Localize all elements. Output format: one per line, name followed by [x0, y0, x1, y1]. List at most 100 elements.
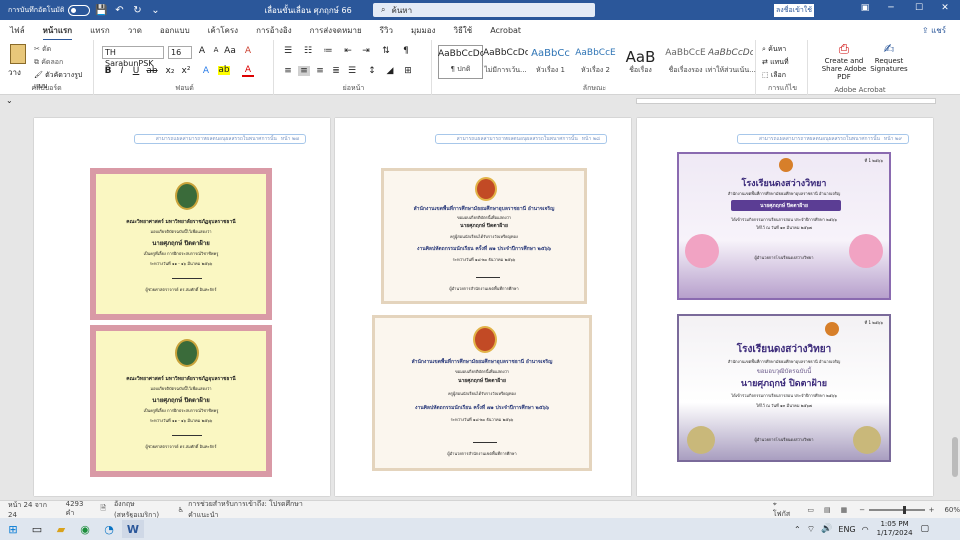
chrome-icon[interactable]: ◉ — [74, 520, 96, 538]
tray-chevron-icon[interactable]: ⌃ — [794, 525, 801, 534]
tab-draw[interactable]: วาด — [128, 20, 142, 41]
clear-format-icon[interactable]: A — [242, 46, 254, 56]
tab-review[interactable]: รีวิว — [380, 20, 393, 41]
proofing-icon[interactable]: 🗎 — [100, 504, 106, 515]
bullets-icon[interactable]: ☰ — [282, 46, 294, 56]
copy-button[interactable]: ⧉ คัดลอก — [34, 57, 63, 68]
word-count[interactable]: 4293 คำ — [66, 500, 89, 519]
style-title[interactable]: AaB ชื่อเรื่อง — [618, 45, 663, 79]
borders-icon[interactable]: ⊞ — [402, 66, 414, 76]
word-taskbar-icon[interactable]: W — [122, 520, 144, 538]
create-pdf-button[interactable]: ⎙ Create and Share Adobe PDF — [816, 42, 872, 81]
ribbon-display-icon[interactable]: ▣ — [858, 3, 872, 17]
style-heading-2[interactable]: AaBbCcE หัวเรื่อง 2 — [573, 45, 618, 79]
text-effects-icon[interactable]: A — [200, 66, 212, 76]
minimize-button[interactable]: ─ — [884, 3, 898, 17]
grow-font-icon[interactable]: A — [196, 46, 208, 56]
font-size-box[interactable]: 16 — [168, 46, 192, 59]
print-layout-icon[interactable]: ▤ — [824, 506, 831, 514]
tab-home[interactable]: หน้าแรก — [42, 20, 72, 41]
scroll-thumb[interactable] — [952, 437, 958, 477]
multilevel-icon[interactable]: ≔ — [322, 46, 334, 56]
page-3[interactable]: สามารถแผลสามารถาหผลตนอนุผลสรรถในพนาศการน… — [637, 118, 933, 496]
zoom-slider[interactable] — [869, 505, 925, 514]
paste-icon[interactable] — [10, 44, 26, 64]
save-icon[interactable]: 💾 — [94, 5, 108, 16]
strikethrough-button[interactable]: ab — [146, 66, 158, 76]
notifications-icon[interactable]: ▢ — [921, 524, 930, 534]
show-marks-icon[interactable]: ¶ — [400, 46, 412, 56]
sort-icon[interactable]: ⇅ — [380, 46, 392, 56]
horizontal-ruler[interactable] — [636, 98, 936, 104]
network-icon[interactable]: ⌔ — [807, 524, 815, 535]
replace-button[interactable]: ⇄ แทนที่ — [762, 57, 789, 68]
align-right-icon[interactable]: ≡ — [314, 66, 326, 76]
paste-label[interactable]: วาง — [8, 66, 21, 79]
zoom-out-icon[interactable]: − — [859, 506, 865, 514]
vertical-scrollbar[interactable] — [950, 107, 960, 500]
numbering-icon[interactable]: ☷ — [302, 46, 314, 56]
justify-icon[interactable]: ≣ — [330, 66, 342, 76]
tab-design[interactable]: ออกแบบ — [160, 20, 190, 41]
page-1[interactable]: สามารถแผลสามารถาหผลตนอนุผลสรรถในพนาศการน… — [34, 118, 330, 496]
tab-references[interactable]: การอ้างอิง — [256, 20, 292, 41]
share-button[interactable]: ⇪ แชร์ — [922, 24, 946, 37]
superscript-button[interactable]: x² — [180, 66, 192, 76]
find-button[interactable]: ⌕ ค้นหา — [762, 44, 786, 55]
align-center-icon[interactable]: ≡ — [298, 66, 310, 76]
change-case-icon[interactable]: Aa — [224, 46, 236, 56]
decrease-indent-icon[interactable]: ⇤ — [342, 46, 354, 56]
tab-file[interactable]: ไฟล์ — [10, 20, 25, 41]
focus-button[interactable]: ⌖ โฟกัส — [773, 500, 792, 520]
edge-icon[interactable]: ◔ — [98, 520, 120, 538]
page-count[interactable]: หน้า 24 จาก 24 — [8, 500, 48, 519]
line-spacing-icon[interactable]: ↕ — [366, 66, 378, 76]
tab-layout[interactable]: เค้าโครง — [208, 20, 238, 41]
input-language[interactable]: ENG — [838, 525, 855, 534]
font-color-icon[interactable]: A — [242, 66, 254, 77]
highlight-icon[interactable]: ab — [218, 66, 230, 75]
page-2[interactable]: สามารถแผลสามารถาหผลตนอนุผลสรรถในพนาศการน… — [335, 118, 631, 496]
close-button[interactable]: ✕ — [938, 3, 952, 17]
zoom-slider-thumb[interactable] — [903, 505, 907, 514]
increase-indent-icon[interactable]: ⇥ — [360, 46, 372, 56]
undo-icon[interactable]: ↶ — [112, 5, 126, 16]
tab-help[interactable]: วิธีใช้ — [453, 20, 472, 41]
font-name-box[interactable]: TH SarabunPSK — [102, 46, 164, 68]
cut-button[interactable]: ✂ ตัด — [34, 44, 51, 55]
read-mode-icon[interactable]: ▭ — [807, 506, 814, 514]
style-subtitle[interactable]: AaBbCcE ชื่อเรื่องรอง — [663, 45, 708, 79]
style-subtle-emphasis[interactable]: AaBbCcDc เท่าให้ส่วนเน้น... — [705, 45, 756, 79]
accessibility-icon[interactable]: ♿ — [178, 506, 184, 514]
select-button[interactable]: ⬚ เลือก — [762, 70, 786, 81]
ruler-toggle-icon[interactable]: ⌄ — [6, 96, 13, 105]
zoom-in-icon[interactable]: + — [929, 506, 935, 514]
task-view-icon[interactable]: ▭ — [26, 520, 48, 538]
customize-qat-icon[interactable]: ⌄ — [148, 5, 162, 16]
underline-button[interactable]: U — [130, 66, 142, 76]
web-layout-icon[interactable]: ▦ — [841, 506, 848, 514]
maximize-button[interactable]: ☐ — [912, 3, 926, 17]
search-box[interactable]: ⌕ ค้นหา — [373, 3, 595, 17]
thai-distribute-icon[interactable]: ☰ — [346, 66, 358, 76]
shrink-font-icon[interactable]: A — [210, 46, 222, 54]
clock[interactable]: 1:05 PM 1/17/2024 — [877, 520, 913, 538]
tab-insert[interactable]: แทรก — [90, 20, 110, 41]
start-button[interactable]: ⊞ — [2, 520, 24, 538]
style-normal[interactable]: AaBbCcDc ¶ ปกติ — [438, 45, 483, 79]
request-signatures-button[interactable]: ✍ Request Signatures — [870, 42, 908, 73]
subscript-button[interactable]: x₂ — [164, 66, 176, 76]
style-no-spacing[interactable]: AaBbCcDc ไม่มีการเว้น... — [483, 45, 528, 79]
volume-icon[interactable]: 🔊 — [821, 524, 832, 534]
redo-icon[interactable]: ↻ — [130, 5, 144, 16]
autosave-toggle[interactable] — [68, 4, 91, 16]
italic-button[interactable]: I — [116, 66, 128, 76]
align-left-icon[interactable]: ≡ — [282, 66, 294, 76]
file-explorer-icon[interactable]: ▰ — [50, 520, 72, 538]
tab-mailings[interactable]: การส่งจดหมาย — [310, 20, 362, 41]
bold-button[interactable]: B — [102, 66, 114, 76]
signin-button[interactable]: ลงชื่อเข้าใช้ — [774, 4, 814, 17]
zoom-level[interactable]: 60% — [944, 506, 960, 514]
style-heading-1[interactable]: AaBbCc หัวเรื่อง 1 — [528, 45, 573, 79]
wifi-icon[interactable]: ◠ — [862, 525, 869, 534]
